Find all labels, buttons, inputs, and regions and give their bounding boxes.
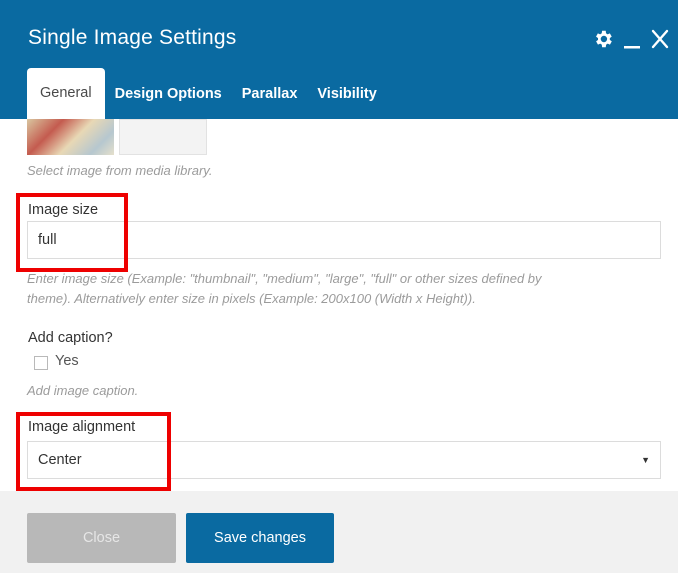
highlight-box-image-alignment bbox=[16, 412, 171, 491]
tab-general[interactable]: General bbox=[27, 68, 105, 119]
add-image-slot[interactable] bbox=[119, 119, 207, 155]
caption-checkbox-label[interactable]: Yes bbox=[55, 353, 79, 369]
minimize-icon[interactable] bbox=[623, 28, 641, 50]
tab-design-options[interactable]: Design Options bbox=[105, 69, 232, 119]
selected-image-thumbnail[interactable] bbox=[27, 119, 114, 155]
caption-checkbox[interactable] bbox=[34, 356, 48, 370]
close-icon[interactable] bbox=[650, 28, 670, 50]
tab-bar: General Design Options Parallax Visibili… bbox=[27, 68, 387, 119]
dialog-content: Select image from media library. Image s… bbox=[0, 119, 678, 491]
gear-icon[interactable] bbox=[592, 28, 614, 50]
highlight-box-image-size bbox=[16, 193, 128, 272]
dialog-footer: Close Save changes bbox=[0, 491, 678, 573]
close-button[interactable]: Close bbox=[27, 513, 176, 563]
image-size-help-line2: theme). Alternatively enter size in pixe… bbox=[27, 291, 476, 306]
caption-help: Add image caption. bbox=[27, 383, 139, 398]
image-size-help-line1: Enter image size (Example: "thumbnail", … bbox=[27, 271, 542, 286]
image-picker-help: Select image from media library. bbox=[27, 163, 213, 178]
dialog-header: Single Image Settings General Design Opt… bbox=[0, 0, 678, 119]
header-controls bbox=[592, 24, 670, 54]
caret-down-icon: ▼ bbox=[641, 455, 650, 465]
dialog-title: Single Image Settings bbox=[28, 26, 237, 49]
caption-label: Add caption? bbox=[28, 330, 113, 346]
tab-parallax[interactable]: Parallax bbox=[232, 69, 308, 119]
tab-visibility[interactable]: Visibility bbox=[307, 69, 386, 119]
save-changes-button[interactable]: Save changes bbox=[186, 513, 334, 563]
